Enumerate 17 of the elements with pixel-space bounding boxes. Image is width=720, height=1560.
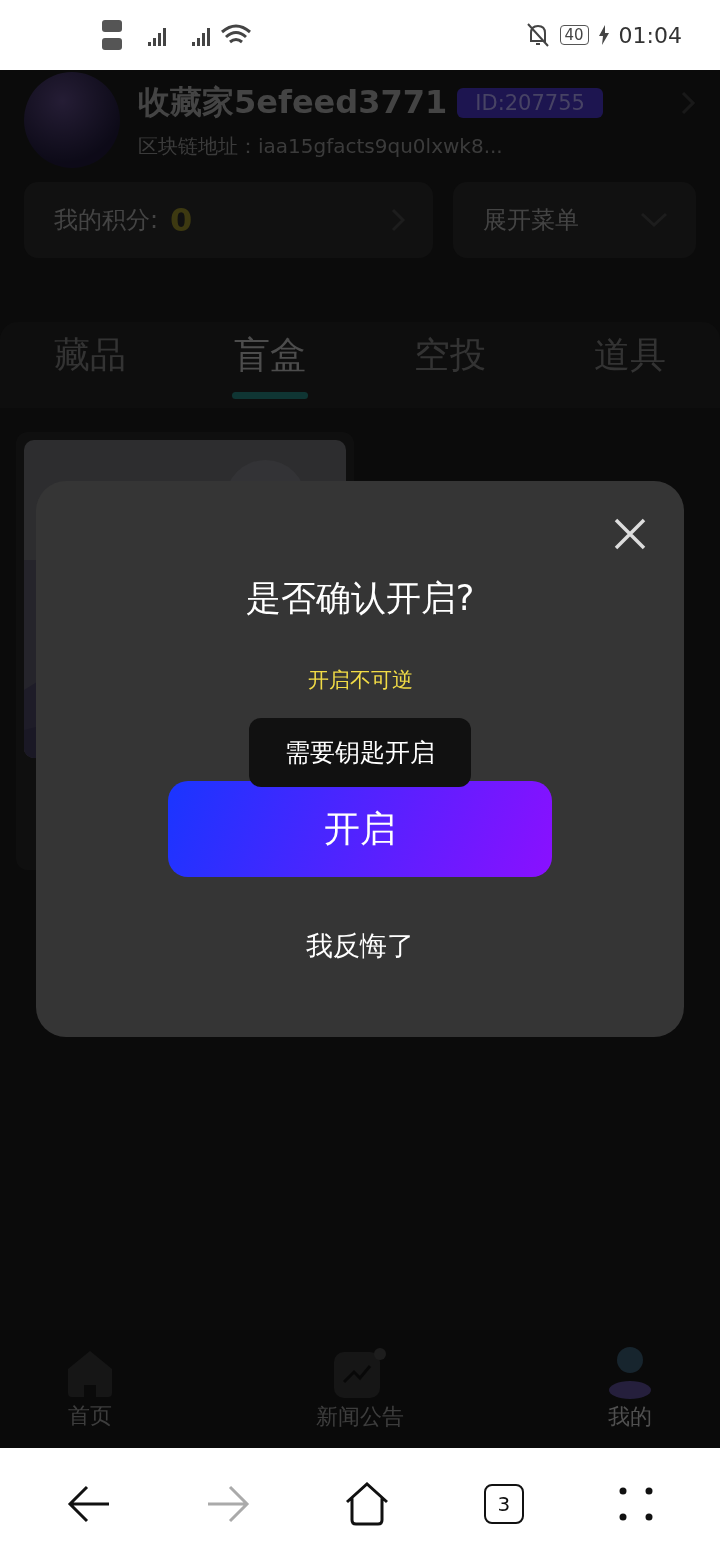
nav-tab[interactable]: 我的 — [580, 1330, 680, 1448]
tooltip: 需要钥匙开启 — [249, 718, 471, 787]
tabs-button[interactable]: 3 — [483, 1484, 524, 1524]
dialog-title: 是否确认开启? — [245, 577, 475, 620]
battery-level: 40 — [559, 25, 589, 45]
tab[interactable]: 盲盒 — [180, 322, 360, 408]
clock-time: 01:04 — [618, 22, 682, 48]
back-button[interactable] — [67, 1484, 112, 1524]
cancel-button[interactable]: 我反悔了 — [300, 927, 420, 965]
nickname: 收藏家5efeed3771 — [138, 81, 448, 123]
warning-text: 开启不可逆 — [307, 667, 413, 694]
open-button[interactable]: 开启 — [168, 781, 552, 877]
bell-off-icon — [525, 22, 550, 48]
home-button[interactable] — [345, 1482, 389, 1526]
user-icon — [608, 1346, 652, 1400]
menu-button[interactable] — [618, 1487, 653, 1521]
charging-icon — [598, 25, 609, 45]
